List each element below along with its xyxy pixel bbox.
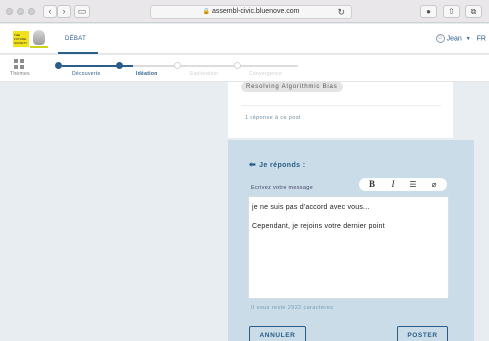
phase-progress-bar: Thèmes Découverte Idéation Exploration C…: [0, 55, 489, 82]
reload-icon[interactable]: ↻: [337, 6, 345, 18]
reply-arrow-icon: ⬅: [249, 160, 257, 169]
user-avatar-icon: ☺: [435, 34, 445, 43]
url-text: assembl-civic.bluenove.com: [211, 8, 300, 15]
message-line-1: je ne suis pas d'accord avec vous...: [252, 204, 370, 211]
share-icon[interactable]: ⇧: [443, 5, 460, 18]
forward-icon[interactable]: ›: [57, 5, 71, 18]
user-menu[interactable]: ☺ Jean ▼ FR: [435, 34, 486, 43]
close-window-button[interactable]: [6, 8, 13, 15]
logo-text: THE FUTURE SOCIETY: [14, 33, 28, 45]
formatting-toolbar: B I ☰ ⌀: [359, 178, 447, 191]
message-line-2: Cependant, je rejoins votre dernier poin…: [252, 223, 385, 230]
post-button[interactable]: POSTER: [397, 326, 448, 341]
themes-grid-icon[interactable]: [14, 59, 25, 70]
progress-track-done: [62, 65, 117, 67]
step-label-exploration[interactable]: Exploration: [190, 71, 218, 77]
progress-track-end: [240, 65, 298, 67]
message-textarea[interactable]: je ne suis pas d'accord avec vous... Cep…: [248, 196, 449, 299]
shield-icon[interactable]: ●: [420, 5, 437, 18]
post-divider: [241, 105, 441, 106]
step-dot-convergence[interactable]: [234, 62, 241, 69]
partner-logo-underline: [30, 46, 48, 48]
chevron-down-icon: ▼: [465, 36, 471, 43]
italic-button[interactable]: I: [386, 178, 400, 191]
nav-debat[interactable]: DÉBAT: [65, 36, 86, 42]
language-selector[interactable]: FR: [477, 35, 486, 42]
post-tag[interactable]: Resolving Algorithmic Bias: [241, 82, 343, 92]
future-society-logo[interactable]: THE FUTURE SOCIETY: [13, 31, 29, 47]
step-label-ideation[interactable]: Idéation: [136, 71, 158, 77]
tabs-icon[interactable]: ⧉: [465, 5, 482, 18]
browser-toolbar: ‹ › ▭ 🔒 assembl-civic.bluenove.com ↻ ● ⇧ …: [0, 0, 489, 23]
attachment-icon[interactable]: ⌀: [427, 178, 441, 191]
cancel-button[interactable]: ANNULER: [249, 326, 306, 341]
step-label-decouverte[interactable]: Découverte: [72, 71, 101, 77]
zoom-window-button[interactable]: [28, 8, 35, 15]
address-bar[interactable]: 🔒 assembl-civic.bluenove.com ↻: [150, 5, 352, 19]
bold-button[interactable]: B: [365, 178, 379, 191]
themes-label[interactable]: Thèmes: [10, 71, 30, 77]
reply-count-link[interactable]: 1 réponse à ce post: [245, 115, 301, 121]
progress-track-pending: [180, 65, 236, 67]
characters-remaining: Il vous reste 2922 caractères: [251, 305, 334, 311]
reply-title: ⬅ Je réponds :: [249, 160, 306, 169]
reply-title-text: Je réponds :: [259, 162, 306, 169]
post-card: Resolving Algorithmic Bias 1 réponse à c…: [228, 82, 453, 138]
progress-track-current: [122, 65, 177, 67]
back-icon[interactable]: ‹: [43, 5, 57, 18]
sidebar-icon[interactable]: ▭: [74, 5, 90, 18]
step-label-convergence[interactable]: Convergence: [249, 71, 282, 77]
reply-form: ⬅ Je réponds : Ecrivez votre message B I …: [228, 140, 474, 341]
lock-icon: 🔒: [202, 9, 210, 15]
minimize-window-button[interactable]: [17, 8, 24, 15]
step-dot-exploration[interactable]: [174, 62, 181, 69]
message-label: Ecrivez votre message: [251, 185, 313, 191]
step-dot-ideation[interactable]: [116, 62, 123, 69]
step-dot-decouverte[interactable]: [55, 62, 62, 69]
user-name: Jean: [446, 35, 462, 43]
app-header: THE FUTURE SOCIETY DÉBAT ☺ Jean ▼ FR: [0, 24, 489, 54]
list-icon[interactable]: ☰: [406, 178, 420, 191]
nav-active-indicator: [58, 52, 98, 54]
partner-logo: [33, 30, 45, 45]
